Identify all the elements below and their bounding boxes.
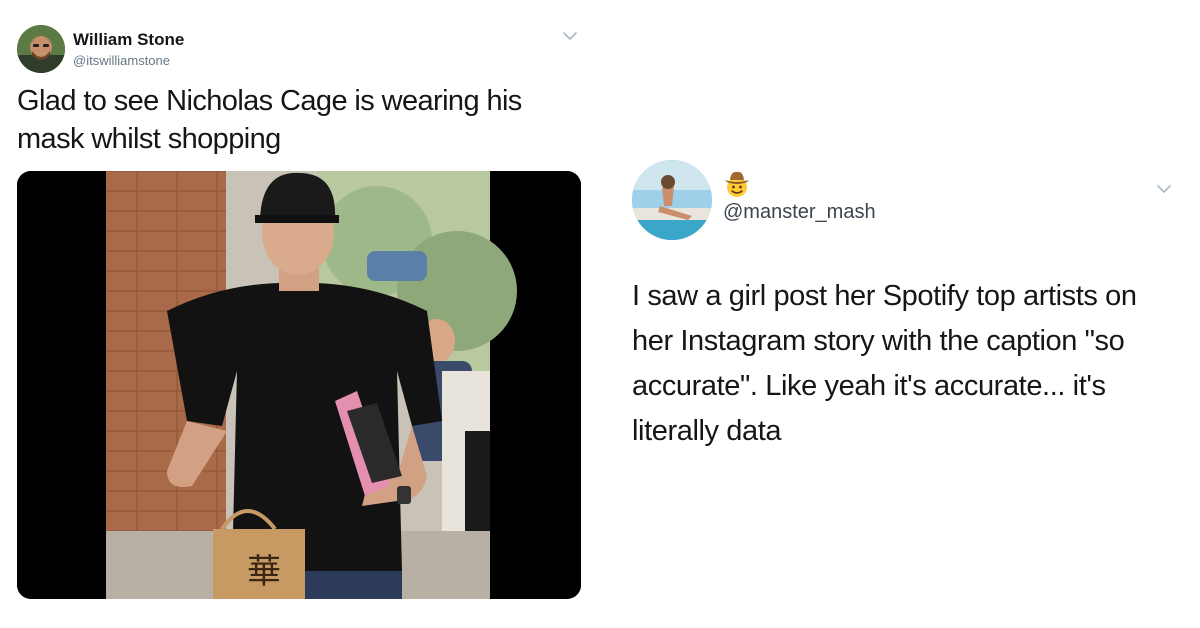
author-name[interactable]: William Stone bbox=[73, 30, 184, 50]
chevron-down-icon[interactable] bbox=[1156, 183, 1172, 195]
author-handle[interactable]: @itswilliamstone bbox=[73, 53, 170, 68]
avatar-photo-icon bbox=[632, 160, 712, 240]
tweet-card-left[interactable]: William Stone @itswilliamstone Glad to s… bbox=[0, 0, 600, 628]
photo-man-in-cap-icon: 華 bbox=[17, 171, 581, 599]
tweet-text: I saw a girl post her Spotify top artist… bbox=[632, 280, 1137, 447]
author-handle[interactable]: @manster_mash bbox=[723, 201, 876, 224]
chevron-down-icon[interactable] bbox=[562, 30, 578, 42]
bag-glyph: 華 bbox=[247, 552, 281, 592]
tweet-text: Glad to see Nicholas Cage is wearing his… bbox=[17, 85, 522, 155]
avatar[interactable] bbox=[632, 160, 712, 240]
avatar-photo-icon bbox=[17, 25, 65, 73]
tweet-media-photo[interactable]: 華 bbox=[17, 171, 581, 599]
avatar[interactable] bbox=[17, 25, 65, 73]
cowboy-hat-face-icon bbox=[725, 171, 749, 197]
